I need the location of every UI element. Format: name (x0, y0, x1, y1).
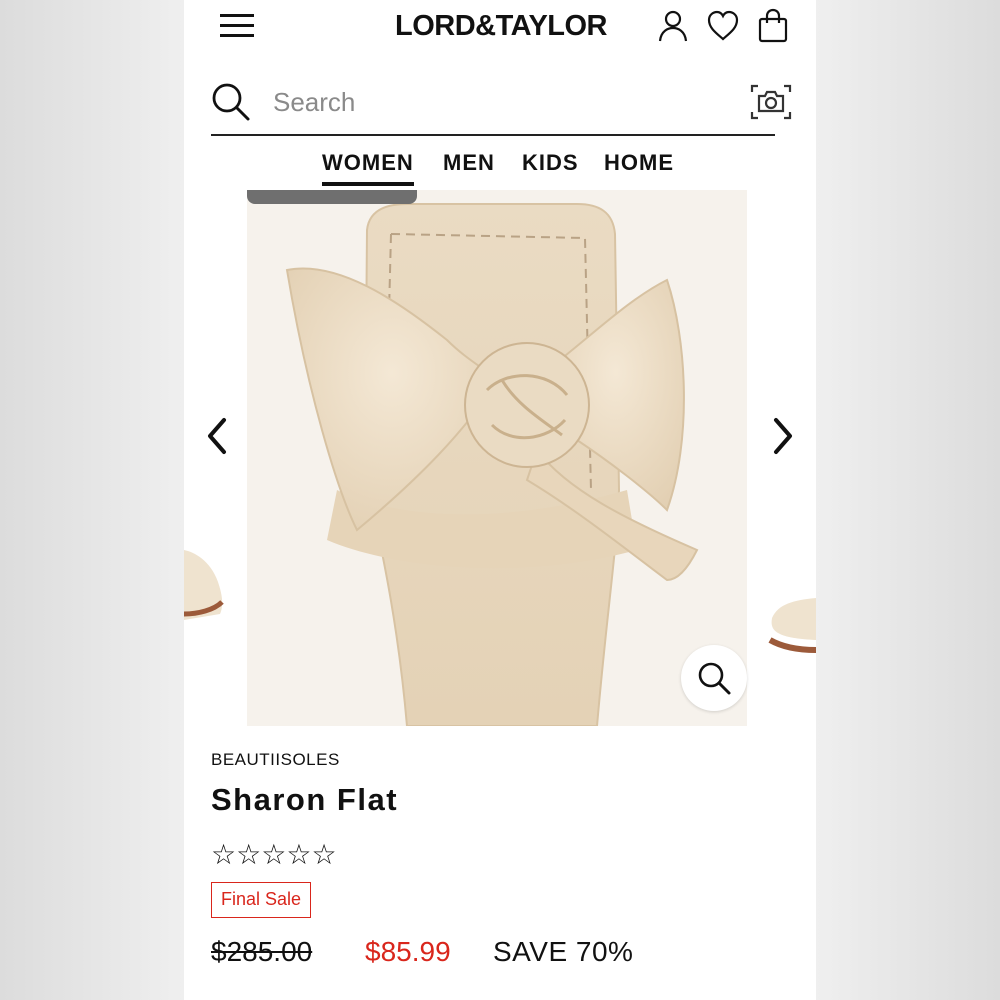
product-brand[interactable]: BEAUTIISOLES (211, 750, 340, 770)
final-sale-badge: Final Sale (211, 882, 312, 918)
nav-item-home[interactable]: HOME (604, 148, 674, 188)
savings-label: SAVE 70% (493, 936, 634, 967)
chevron-left-icon[interactable] (198, 414, 238, 458)
star-empty-icon: ☆ (211, 838, 237, 871)
heart-icon[interactable] (706, 8, 740, 44)
star-empty-icon: ☆ (261, 838, 287, 871)
search-input[interactable] (273, 84, 673, 120)
background-right (816, 0, 1000, 1000)
nav-item-men[interactable]: MEN (443, 148, 495, 188)
nav-item-women[interactable]: WOMEN (322, 148, 414, 188)
camera-icon[interactable] (749, 82, 793, 122)
star-empty-icon: ☆ (286, 838, 312, 871)
category-nav: WOMEN MEN KIDS HOME (184, 140, 816, 190)
image-label-tab (247, 190, 417, 204)
search-icon[interactable] (211, 82, 251, 122)
zoom-button[interactable] (681, 645, 747, 711)
sale-price: $85.99 (365, 936, 451, 967)
rating-stars[interactable]: ☆☆☆☆☆ (211, 840, 337, 870)
zoom-icon (698, 662, 731, 695)
chevron-right-icon[interactable] (762, 414, 802, 458)
site-header: LORD&TAYLOR (184, 0, 816, 56)
hamburger-menu-icon[interactable] (220, 12, 254, 40)
star-empty-icon: ☆ (311, 838, 337, 871)
product-page: LORD&TAYLOR WOMEN MEN KIDS HOME (184, 0, 816, 1000)
search-bar (211, 72, 792, 136)
product-title: Sharon Flat (211, 782, 399, 817)
main-product-image[interactable] (247, 190, 747, 726)
account-icon[interactable] (656, 8, 690, 44)
site-logo[interactable]: LORD&TAYLOR (376, 6, 626, 46)
nav-item-kids[interactable]: KIDS (522, 148, 579, 188)
star-empty-icon: ☆ (236, 838, 262, 871)
shopping-bag-icon[interactable] (756, 8, 790, 44)
original-price: $285.00 (211, 936, 313, 967)
product-image-carousel (184, 190, 816, 726)
background-left (0, 0, 184, 1000)
